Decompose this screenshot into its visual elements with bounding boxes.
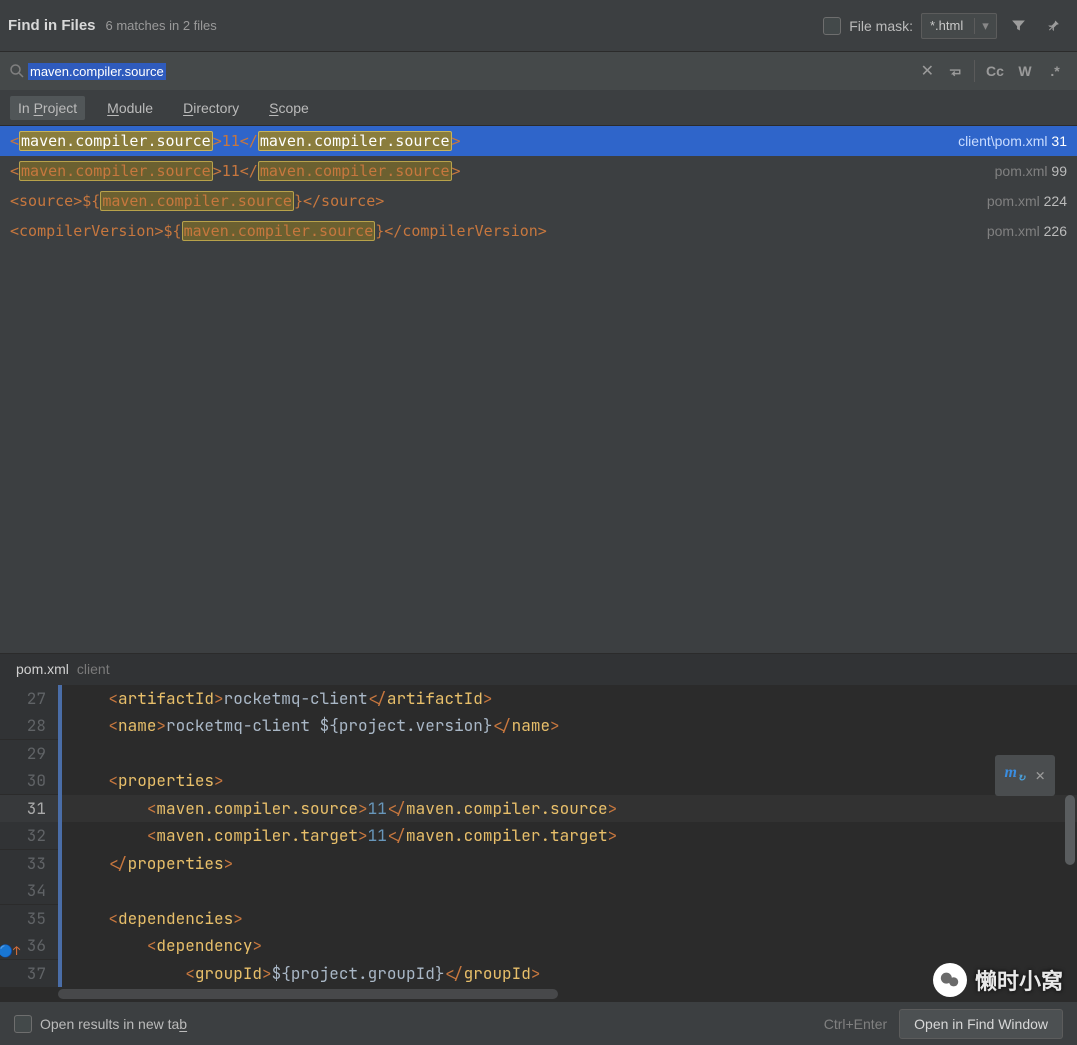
whole-word-toggle[interactable]: W bbox=[1011, 57, 1039, 85]
vertical-scrollbar[interactable] bbox=[1063, 685, 1075, 988]
code-line[interactable]: 35 <dependencies> bbox=[0, 905, 1077, 933]
open-new-tab-label: Open results in new tab bbox=[40, 1016, 187, 1032]
pin-icon[interactable] bbox=[1039, 13, 1065, 39]
code-line[interactable]: 34 bbox=[0, 877, 1077, 905]
file-mask-label: File mask: bbox=[849, 18, 913, 34]
scope-scope[interactable]: Scope bbox=[261, 96, 317, 120]
code-line[interactable]: 29 bbox=[0, 740, 1077, 768]
open-new-tab-checkbox[interactable] bbox=[14, 1015, 32, 1033]
horizontal-scrollbar[interactable] bbox=[0, 987, 1077, 1001]
code-line[interactable]: 30 <properties> bbox=[0, 767, 1077, 795]
match-case-toggle[interactable]: Cc bbox=[981, 57, 1009, 85]
result-row[interactable]: <compilerVersion>${maven.compiler.source… bbox=[0, 216, 1077, 246]
regex-toggle[interactable]: .* bbox=[1041, 57, 1069, 85]
code-line[interactable]: 37 <groupId>${project.groupId}</groupId> bbox=[0, 960, 1077, 988]
search-icon[interactable] bbox=[8, 62, 26, 80]
title-bar: Find in Files 6 matches in 2 files File … bbox=[0, 0, 1077, 52]
result-row[interactable]: <maven.compiler.source>11</maven.compile… bbox=[0, 126, 1077, 156]
scope-directory[interactable]: Directory bbox=[175, 96, 247, 120]
code-line[interactable]: 36🔵↑ <dependency> bbox=[0, 932, 1077, 960]
search-input[interactable]: maven.compiler.source bbox=[28, 63, 913, 80]
shortcut-hint: Ctrl+Enter bbox=[824, 1016, 887, 1032]
watermark: 懒时小窝 bbox=[933, 963, 1063, 997]
file-mask-checkbox[interactable] bbox=[823, 17, 841, 35]
result-row[interactable]: <source>${maven.compiler.source}</source… bbox=[0, 186, 1077, 216]
search-row: maven.compiler.source ✕ Cc W .* bbox=[0, 52, 1077, 90]
newline-icon[interactable] bbox=[942, 58, 968, 84]
chevron-down-icon[interactable]: ▾ bbox=[974, 18, 996, 34]
code-preview[interactable]: m↻ ✕ 27 <artifactId>rocketmq-client</art… bbox=[0, 685, 1077, 988]
dialog-title: Find in Files bbox=[8, 17, 96, 34]
result-row[interactable]: <maven.compiler.source>11</maven.compile… bbox=[0, 156, 1077, 186]
preview-filename[interactable]: pom.xml bbox=[16, 661, 69, 677]
results-empty-area bbox=[0, 246, 1077, 653]
results-list[interactable]: <maven.compiler.source>11</maven.compile… bbox=[0, 126, 1077, 246]
wechat-icon bbox=[933, 963, 967, 997]
maven-reload-badge[interactable]: m↻ ✕ bbox=[995, 755, 1055, 796]
code-line[interactable]: 28 <name>rocketmq-client ${project.versi… bbox=[0, 712, 1077, 740]
match-summary: 6 matches in 2 files bbox=[106, 18, 217, 33]
preview-breadcrumb: pom.xml client bbox=[0, 653, 1077, 685]
filter-icon[interactable] bbox=[1005, 13, 1031, 39]
scope-tabs: In Project Module Directory Scope bbox=[0, 90, 1077, 126]
scope-module[interactable]: Module bbox=[99, 96, 161, 120]
clear-search-icon[interactable]: ✕ bbox=[915, 61, 940, 81]
close-icon[interactable]: ✕ bbox=[1035, 762, 1045, 789]
maven-icon: m↻ bbox=[1005, 759, 1026, 792]
code-line[interactable]: 32 <maven.compiler.target>11</maven.comp… bbox=[0, 822, 1077, 850]
preview-context: client bbox=[77, 661, 110, 677]
code-line[interactable]: 27 <artifactId>rocketmq-client</artifact… bbox=[0, 685, 1077, 713]
file-mask-combo[interactable]: *.html ▾ bbox=[921, 13, 997, 39]
code-line[interactable]: 31 <maven.compiler.source>11</maven.comp… bbox=[0, 795, 1077, 823]
file-mask-value: *.html bbox=[922, 18, 974, 33]
bottom-bar: Open results in new tab Ctrl+Enter Open … bbox=[0, 1001, 1077, 1045]
code-line[interactable]: 33 </properties> bbox=[0, 850, 1077, 878]
scope-in-project[interactable]: In Project bbox=[10, 96, 85, 120]
open-find-window-button[interactable]: Open in Find Window bbox=[899, 1009, 1063, 1039]
